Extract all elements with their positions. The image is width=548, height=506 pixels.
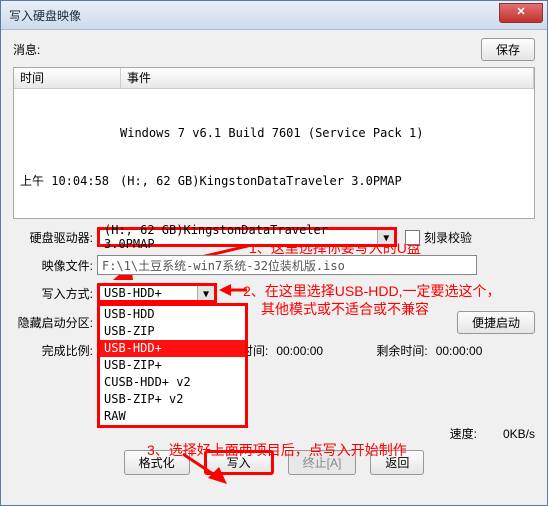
drive-label: 硬盘驱动器:	[13, 229, 97, 246]
close-button[interactable]: ✕	[499, 3, 543, 23]
drive-combo[interactable]: (H:, 62 GB)KingstonDataTraveler 3.0PMAP …	[97, 227, 397, 247]
annotation-text: 2、在这里选择USB-HDD,一定要选这个，	[243, 281, 500, 301]
speed-label: 速度:	[450, 425, 477, 442]
write-mode-label: 写入方式:	[13, 285, 97, 302]
dropdown-option[interactable]: USB-ZIP+	[100, 357, 245, 374]
titlebar: 写入硬盘映像 ✕	[1, 1, 547, 30]
remain-value: 00:00:00	[428, 344, 506, 358]
dropdown-option[interactable]: USB-HDD+	[100, 340, 245, 357]
back-button[interactable]: 返回	[370, 450, 424, 475]
hidden-label: 隐藏启动分区:	[13, 314, 97, 331]
write-mode-dropdown[interactable]: USB-HDD USB-ZIP USB-HDD+ USB-ZIP+ CUSB-H…	[97, 303, 248, 428]
speed-value: 0KB/s	[477, 427, 535, 441]
log-col-time: 时间	[14, 68, 121, 88]
log-row: Windows 7 v6.1 Build 7601 (Service Pack …	[20, 125, 528, 141]
dropdown-option[interactable]: RAW	[100, 408, 245, 425]
checkbox-icon	[405, 230, 420, 245]
dropdown-option[interactable]: USB-ZIP+ v2	[100, 391, 245, 408]
log-table: 时间 事件 Windows 7 v6.1 Build 7601 (Service…	[13, 67, 535, 219]
image-field[interactable]	[97, 255, 477, 275]
window-title: 写入硬盘映像	[9, 7, 81, 24]
close-icon: ✕	[516, 6, 525, 18]
save-button[interactable]: 保存	[481, 38, 535, 61]
verify-checkbox[interactable]: 刻录校验	[405, 229, 472, 246]
message-label: 消息:	[13, 41, 40, 58]
arrow-icon	[219, 281, 249, 299]
dropdown-option[interactable]: CUSB-HDD+ v2	[100, 374, 245, 391]
log-row: 上午 10:04:58 (H:, 62 GB)KingstonDataTrave…	[20, 173, 528, 189]
image-label: 映像文件:	[13, 257, 97, 274]
write-mode-combo[interactable]: USB-HDD+ ▼	[97, 283, 217, 303]
dropdown-option[interactable]: USB-HDD	[100, 306, 245, 323]
elapsed-value: 00:00:00	[268, 344, 346, 358]
abort-button[interactable]: 终止[A]	[288, 450, 357, 475]
write-button[interactable]: 写入	[204, 450, 274, 475]
done-label: 完成比例:	[13, 342, 97, 359]
chevron-down-icon: ▼	[197, 286, 214, 300]
remain-label: 剩余时间:	[376, 342, 427, 359]
chevron-down-icon: ▼	[377, 230, 394, 244]
dropdown-option[interactable]: USB-ZIP	[100, 323, 245, 340]
bootmenu-button[interactable]: 便捷启动	[457, 311, 535, 334]
format-button[interactable]: 格式化	[124, 450, 190, 475]
log-col-event: 事件	[121, 68, 534, 88]
